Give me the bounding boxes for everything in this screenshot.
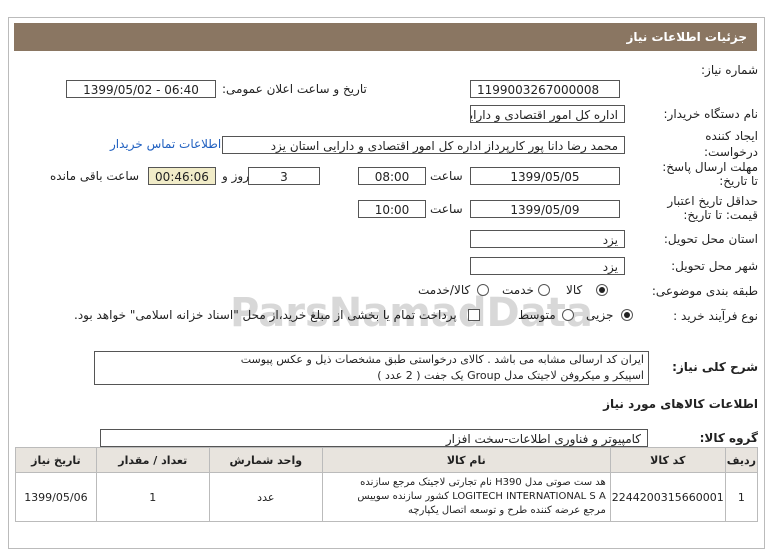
treasury-payment-checkbox[interactable] (468, 309, 480, 321)
category-label: طبقه بندی موضوعی: (651, 284, 758, 298)
cell-name: هد ست صوتی مدل H390 نام تجارتی لاجیتک مر… (321, 472, 611, 522)
days-label: روز و (222, 169, 249, 183)
process-medium-label: متوسط (518, 308, 556, 322)
general-desc-line2: اسپیکر و میکروفن لاجیتک مدل Group یک جفت… (377, 369, 644, 382)
goods-table: ردیف کد کالا نام کالا واحد شمارش تعداد /… (15, 447, 759, 522)
need-number-label: شماره نیاز: (701, 63, 758, 77)
general-desc-label: شرح کلی نیاز: (672, 360, 758, 374)
deadline-time-field: 08:00 (358, 167, 426, 185)
header-row-number: ردیف (724, 447, 759, 473)
remaining-label: ساعت باقی مانده (50, 169, 140, 183)
category-service-label: خدمت (502, 283, 534, 297)
creator-field: محمد رضا دانا پور کارپرداز اداره کل امور… (222, 136, 625, 154)
cell-code: 2244200315660001 (609, 472, 726, 522)
category-goods-label: کالا (566, 283, 583, 297)
cell-unit: عدد (208, 472, 323, 522)
process-medium-radio[interactable] (562, 309, 574, 321)
remaining-time-field: 00:46:06 (148, 167, 216, 185)
announce-field: 1399/05/02 - 06:40 (66, 80, 216, 98)
need-number-field: 1199003267000008 (470, 80, 620, 98)
validity-time-label: ساعت (430, 202, 463, 216)
validity-date-field: 1399/05/09 (470, 200, 620, 218)
announce-label: تاریخ و ساعت اعلان عمومی: (222, 82, 367, 96)
city-field: یزد (470, 257, 625, 275)
header-name: نام کالا (321, 447, 611, 473)
deadline-time-label: ساعت (430, 169, 463, 183)
province-label: استان محل تحویل: (663, 232, 758, 246)
cell-row-number: 1 (724, 472, 759, 522)
header-date: تاریخ نیاز (15, 447, 97, 473)
cell-qty: 1 (95, 472, 210, 522)
table-row[interactable]: 1 2244200315660001 هد ست صوتی مدل H390 ن… (15, 472, 759, 522)
validity-time-field: 10:00 (358, 200, 426, 218)
payment-note: پرداخت تمام یا بخشی از مبلغ خرید،از محل … (74, 308, 457, 322)
province-field: یزد (470, 230, 625, 248)
process-partial-label: جزیی (586, 308, 614, 322)
process-partial-radio[interactable] (621, 309, 633, 321)
cell-name-line1: هد ست صوتی مدل H390 نام تجارتی لاجیتک مر… (360, 477, 606, 488)
cell-date: 1399/05/06 (15, 472, 97, 522)
days-field: 3 (248, 167, 320, 185)
header-unit: واحد شمارش (208, 447, 323, 473)
buyer-label: نام دستگاه خریدار: (663, 107, 759, 121)
validity-label: حداقل تاریخ اعتبار قیمت: تا تاریخ: (667, 194, 758, 222)
city-label: شهر محل تحویل: (671, 259, 758, 273)
goods-group-label: گروه کالا: (699, 431, 758, 445)
contact-buyer-link[interactable]: اطلاعات تماس خریدار (110, 137, 221, 151)
goods-section-title: اطلاعات کالاهای مورد نیاز (603, 397, 758, 411)
general-desc-line1: ایران کد ارسالی مشابه می باشد . کالای در… (240, 353, 644, 366)
goods-group-field: کامپیوتر و فناوری اطلاعات-سخت افزار (100, 429, 648, 447)
buyer-field: اداره کل امور اقتصادی و دارایی استان یزد (470, 105, 625, 123)
deadline-date-field: 1399/05/05 (470, 167, 620, 185)
table-header-row: ردیف کد کالا نام کالا واحد شمارش تعداد /… (15, 447, 759, 473)
cell-name-line2: LOGITECH INTERNATIONAL S A کشور سازنده س… (357, 491, 606, 502)
general-desc-box: ایران کد ارسالی مشابه می باشد . کالای در… (94, 351, 649, 385)
category-both-radio[interactable] (477, 284, 489, 296)
category-both-label: کالا/خدمت (418, 283, 471, 297)
header-code: کد کالا (609, 447, 726, 473)
header-qty: تعداد / مقدار (95, 447, 210, 473)
category-service-radio[interactable] (538, 284, 550, 296)
creator-label: ایجاد کننده درخواست: (704, 129, 758, 159)
process-label: نوع فرآیند خرید : (673, 309, 758, 323)
page-title: جزئیات اطلاعات نیاز (14, 23, 757, 51)
cell-name-line3: مرجع عرضه کننده طرح و توسعه اتصال یکپارچ… (407, 505, 606, 516)
category-goods-radio[interactable] (596, 284, 608, 296)
deadline-label: مهلت ارسال پاسخ: تا تاریخ: (662, 160, 758, 188)
